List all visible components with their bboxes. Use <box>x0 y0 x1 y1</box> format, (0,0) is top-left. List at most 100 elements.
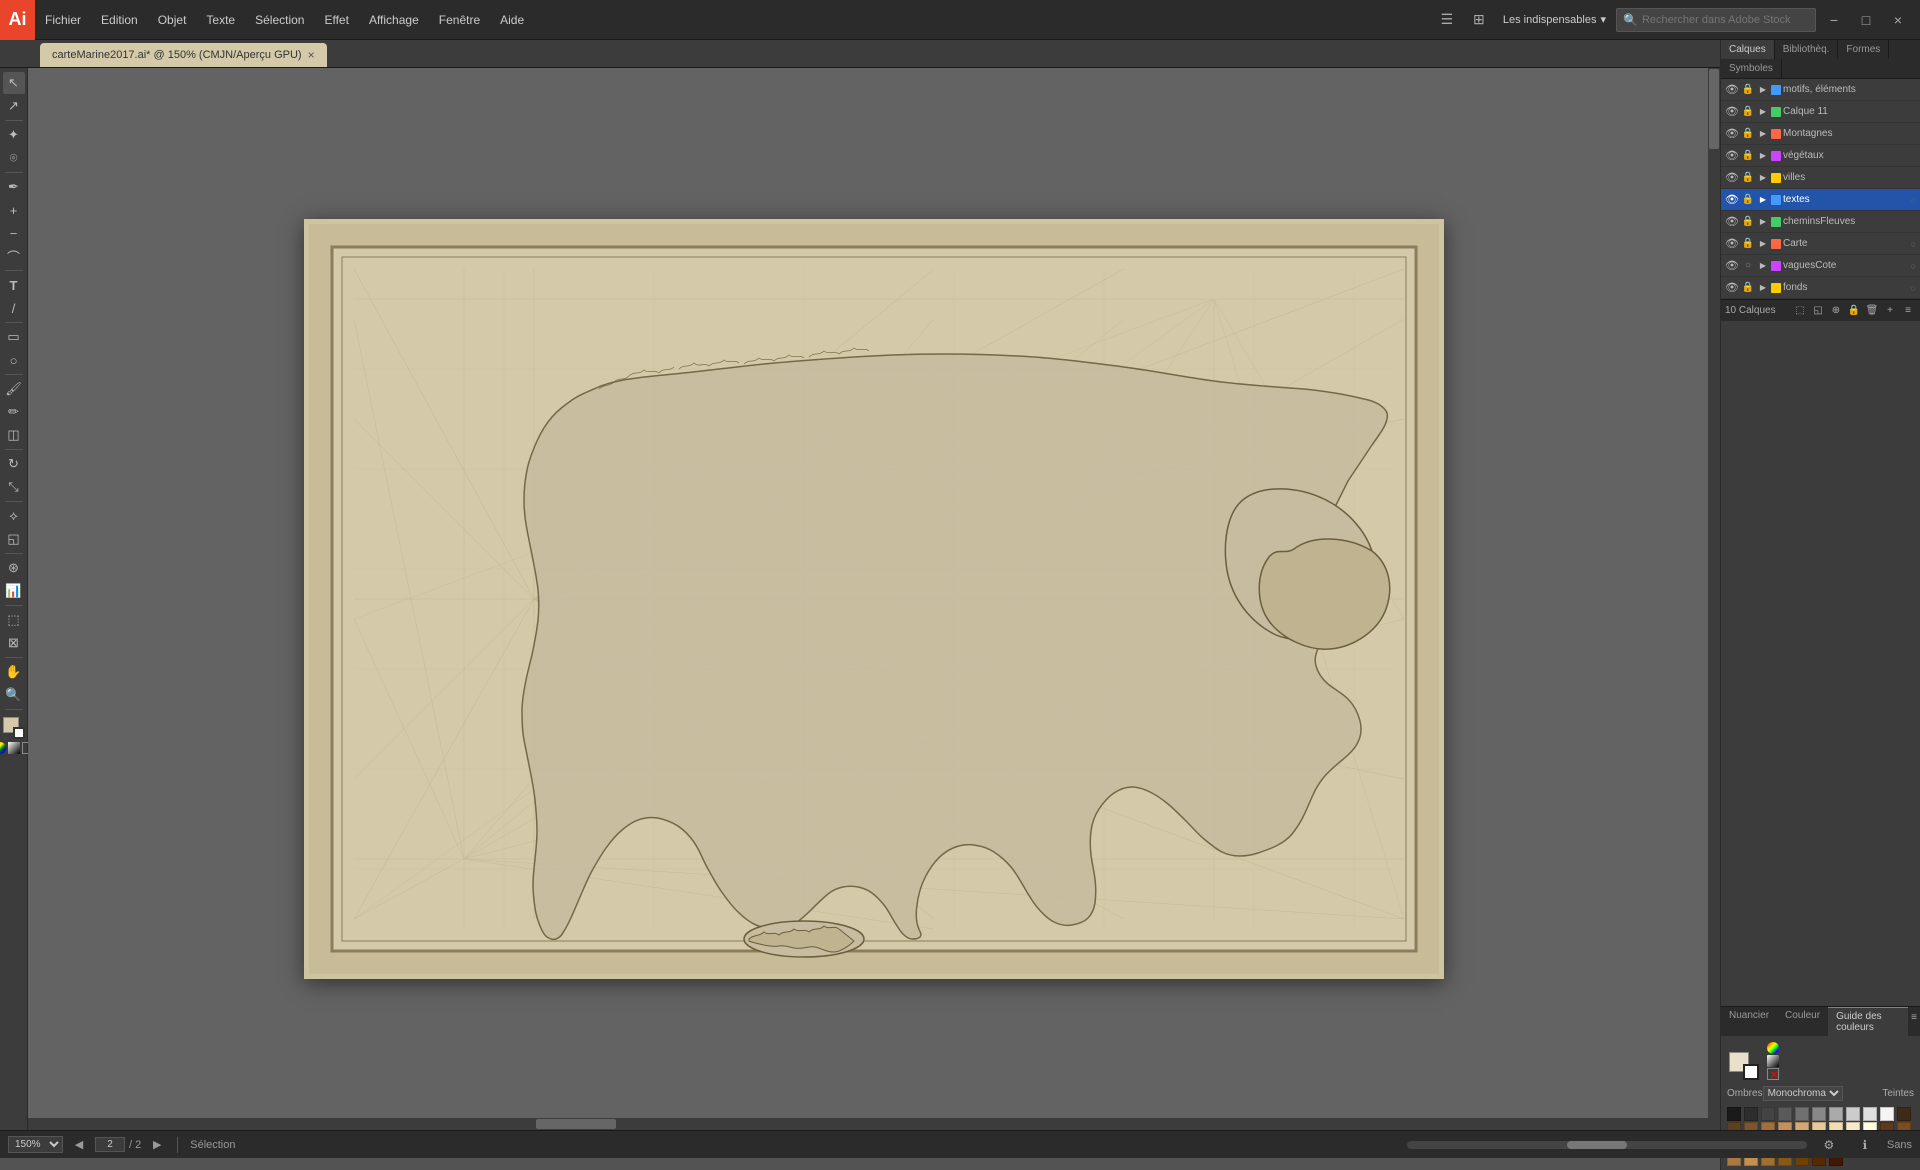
nav-prev-btn[interactable]: ◀ <box>71 1137 87 1153</box>
layer-lock-montagnes[interactable]: 🔒 <box>1741 128 1755 139</box>
layer-visibility-vegetaux[interactable]: 👁 <box>1725 149 1739 162</box>
arrange-icon[interactable]: ⊞ <box>1465 6 1493 34</box>
layer-lock-textes[interactable]: 🔒 <box>1741 194 1755 205</box>
tab-guide-couleurs[interactable]: Guide des couleurs <box>1828 1007 1908 1036</box>
workspace-dropdown[interactable]: Les indispensables ▾ <box>1497 6 1612 34</box>
add-anchor-tool[interactable]: + <box>3 199 25 221</box>
layer-lock-fonds[interactable]: 🔒 <box>1741 282 1755 293</box>
menu-objet[interactable]: Objet <box>148 0 197 39</box>
layer-row-motifs[interactable]: 👁 🔒 ▶ motifs, éléments <box>1721 79 1920 101</box>
type-tool[interactable]: T <box>3 274 25 296</box>
layer-expand-textes[interactable]: ▶ <box>1757 195 1769 204</box>
search-input[interactable] <box>1642 14 1809 26</box>
tab-calques[interactable]: Calques <box>1721 40 1775 59</box>
swatch-4[interactable] <box>1778 1107 1792 1121</box>
horizontal-scrollbar[interactable] <box>28 1118 1720 1130</box>
swatch-8[interactable] <box>1846 1107 1860 1121</box>
eraser-tool[interactable]: ◫ <box>3 424 25 446</box>
tab-bibliotheque[interactable]: Bibliothèq. <box>1775 40 1839 59</box>
layer-lock-vaguescote[interactable]: ○ <box>1741 260 1755 271</box>
color-harmony-selector[interactable]: Complémentaire Analogue Monochromatique <box>1763 1086 1883 1101</box>
delete-layer-btn[interactable]: 🗑 <box>1864 303 1880 319</box>
layer-expand-vegetaux[interactable]: ▶ <box>1757 151 1769 160</box>
zoom-dropdown[interactable]: 150% 100% 75% 200% <box>8 1136 63 1153</box>
harmony-dropdown[interactable]: Complémentaire Analogue Monochromatique <box>1763 1086 1843 1101</box>
layer-row-villes[interactable]: 👁 🔒 ▶ villes <box>1721 167 1920 189</box>
horizontal-scrollbar-thumb[interactable] <box>536 1119 616 1129</box>
swatch-9[interactable] <box>1863 1107 1877 1121</box>
tab-close-button[interactable]: × <box>308 48 315 62</box>
gradient-tool[interactable]: ◱ <box>3 528 25 550</box>
swatch-5[interactable] <box>1795 1107 1809 1121</box>
layer-lock-vegetaux[interactable]: 🔒 <box>1741 150 1755 161</box>
swatch-6[interactable] <box>1812 1107 1826 1121</box>
layer-expand-villes[interactable]: ▶ <box>1757 173 1769 182</box>
layer-visibility-fonds[interactable]: 👁 <box>1725 281 1739 294</box>
direct-select-tool[interactable]: ↗ <box>3 95 25 117</box>
tab-formes[interactable]: Formes <box>1838 40 1889 59</box>
hand-tool[interactable]: ✋ <box>3 661 25 683</box>
artboard-tool[interactable]: ⬚ <box>3 609 25 631</box>
layer-lock-calque11[interactable]: 🔒 <box>1741 106 1755 117</box>
color-mode-btn[interactable] <box>0 742 6 754</box>
layer-expand-montagnes[interactable]: ▶ <box>1757 129 1769 138</box>
menu-fenetre[interactable]: Fenêtre <box>429 0 490 39</box>
column-graph-tool[interactable]: 📊 <box>3 580 25 602</box>
delete-anchor-tool[interactable]: − <box>3 222 25 244</box>
new-layer-from-selection-btn[interactable]: ⬚ <box>1792 303 1808 319</box>
make-selection-btn[interactable]: ◱ <box>1810 303 1826 319</box>
gradient-mode-btn[interactable] <box>8 742 20 754</box>
layer-visibility-calque11[interactable]: 👁 <box>1725 105 1739 118</box>
menu-texte[interactable]: Texte <box>196 0 245 39</box>
layer-row-calque11[interactable]: 👁 🔒 ▶ Calque 11 <box>1721 101 1920 123</box>
page-number-input[interactable] <box>95 1137 125 1152</box>
swatch-11[interactable] <box>1897 1107 1911 1121</box>
document[interactable] <box>304 219 1444 979</box>
layer-visibility-carte[interactable]: 👁 <box>1725 237 1739 250</box>
new-layer-btn[interactable]: + <box>1882 303 1898 319</box>
layer-visibility-motifs[interactable]: 👁 <box>1725 83 1739 96</box>
rotate-tool[interactable]: ↻ <box>3 453 25 475</box>
apply-none-btn[interactable]: × <box>1767 1068 1779 1080</box>
swatch-2[interactable] <box>1744 1107 1758 1121</box>
zoom-tool[interactable]: 🔍 <box>3 684 25 706</box>
selection-tool[interactable]: ↖ <box>3 72 25 94</box>
nav-next-btn[interactable]: ▶ <box>149 1137 165 1153</box>
brush-tool[interactable]: 🖌 <box>3 378 25 400</box>
layer-expand-vaguescote[interactable]: ▶ <box>1757 261 1769 270</box>
layer-lock-motifs[interactable]: 🔒 <box>1741 84 1755 95</box>
swatch-3[interactable] <box>1761 1107 1775 1121</box>
layer-row-vaguescote[interactable]: 👁 ○ ▶ vaguesCote ○ <box>1721 255 1920 277</box>
rect-tool[interactable]: ▭ <box>3 326 25 348</box>
symbol-spray-tool[interactable]: ⊛ <box>3 557 25 579</box>
tab-couleur[interactable]: Couleur <box>1777 1007 1828 1036</box>
layer-expand-motifs[interactable]: ▶ <box>1757 85 1769 94</box>
scale-tool[interactable]: ⤡ <box>3 476 25 498</box>
lasso-tool[interactable]: ⌾ <box>3 147 25 169</box>
stroke-indicator[interactable] <box>1743 1064 1759 1080</box>
maximize-button[interactable]: □ <box>1852 6 1880 34</box>
ellipse-tool[interactable]: ○ <box>3 349 25 371</box>
vertical-scrollbar[interactable] <box>1708 68 1720 1130</box>
layer-row-montagnes[interactable]: 👁 🔒 ▶ Montagnes <box>1721 123 1920 145</box>
menu-effet[interactable]: Effet <box>314 0 358 39</box>
menu-fichier[interactable]: Fichier <box>35 0 91 39</box>
collect-layers-btn[interactable]: ⊕ <box>1828 303 1844 319</box>
search-box[interactable]: 🔍 <box>1616 8 1816 32</box>
magic-wand-tool[interactable]: ✦ <box>3 124 25 146</box>
pen-tool[interactable]: ✒ <box>3 176 25 198</box>
pencil-tool[interactable]: ✏ <box>3 401 25 423</box>
layer-lock-chemins[interactable]: 🔒 <box>1741 216 1755 227</box>
document-tab[interactable]: carteMarine2017.ai* @ 150% (CMJN/Aperçu … <box>40 43 327 67</box>
close-button[interactable]: × <box>1884 6 1912 34</box>
slice-tool[interactable]: ⊠ <box>3 632 25 654</box>
layer-lock-villes[interactable]: 🔒 <box>1741 172 1755 183</box>
layer-visibility-textes[interactable]: 👁 <box>1725 193 1739 206</box>
lock-all-btn[interactable]: 🔒 <box>1846 303 1862 319</box>
layer-expand-carte[interactable]: ▶ <box>1757 239 1769 248</box>
status-settings-btn[interactable]: ⚙ <box>1815 1131 1843 1159</box>
line-tool[interactable]: / <box>3 297 25 319</box>
layer-lock-carte[interactable]: 🔒 <box>1741 238 1755 249</box>
status-scrollbar[interactable] <box>1407 1141 1807 1149</box>
status-scrollbar-thumb[interactable] <box>1567 1141 1627 1149</box>
